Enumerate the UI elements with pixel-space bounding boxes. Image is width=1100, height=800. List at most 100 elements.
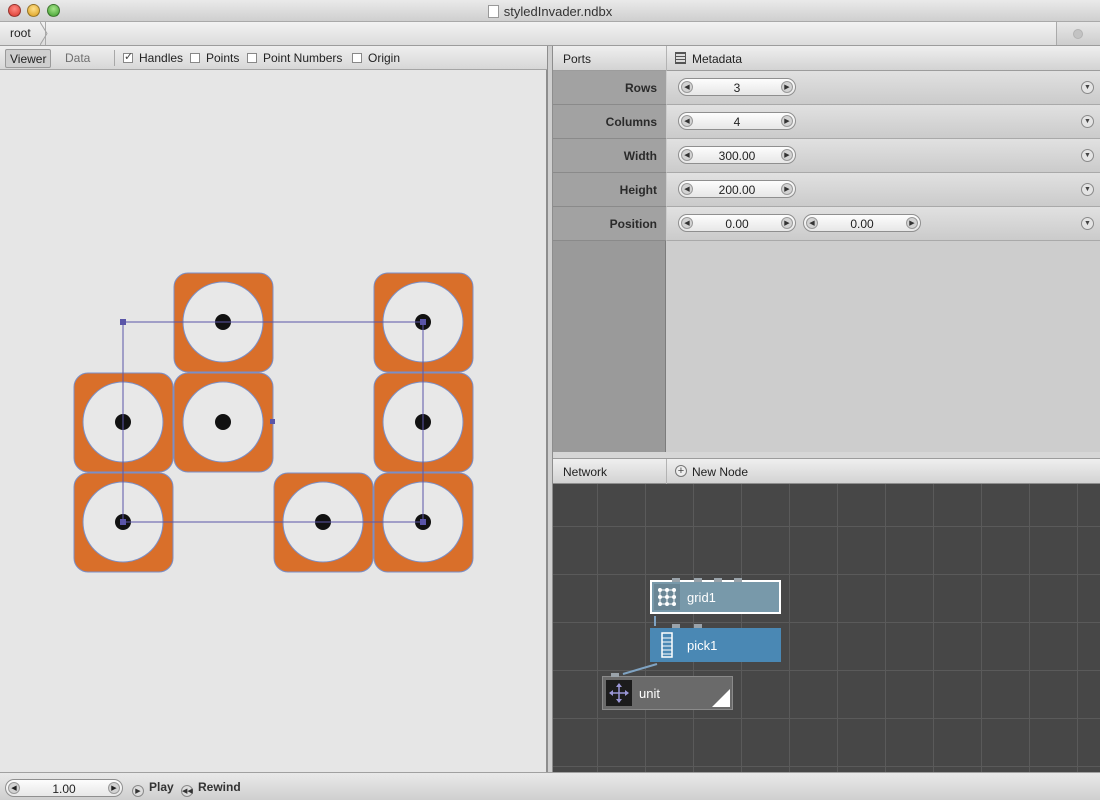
viewer-panel: Viewer Data Handles Points Point Numbers…	[0, 46, 547, 772]
increment-arrow-icon[interactable]: ▶	[108, 782, 120, 794]
window-title-container: styledInvader.ndbx	[0, 4, 1100, 19]
breadcrumb-root[interactable]: root	[0, 22, 46, 45]
decrement-arrow-icon[interactable]: ◀	[681, 149, 693, 161]
decrement-arrow-icon[interactable]: ◀	[681, 81, 693, 93]
move-icon	[606, 680, 632, 706]
frame-value[interactable]: 1.00	[24, 782, 104, 796]
width-value[interactable]: 300.00	[697, 149, 777, 163]
grid-icon	[654, 584, 680, 610]
columns-stepper[interactable]: ◀ 4 ▶	[678, 112, 796, 130]
new-node-button[interactable]: New Node	[692, 465, 748, 479]
port-label: Columns	[605, 115, 657, 129]
ports-list: Rows ◀ 3 ▶ ▼ Columns ◀ 4 ▶ ▼ Width ◀ 300…	[553, 71, 1100, 452]
position-y-value[interactable]: 0.00	[822, 217, 902, 231]
document-icon	[487, 5, 499, 18]
node-input-port[interactable]	[734, 578, 742, 582]
port-menu-chevron-icon[interactable]: ▼	[1081, 183, 1094, 196]
increment-arrow-icon[interactable]: ▶	[781, 183, 793, 195]
position-x-value[interactable]: 0.00	[697, 217, 777, 231]
node-pick1[interactable]: pick1	[650, 624, 781, 662]
width-stepper[interactable]: ◀ 300.00 ▶	[678, 146, 796, 164]
toolbar-divider	[114, 50, 115, 66]
corner-handle[interactable]	[120, 519, 126, 525]
header-divider	[666, 46, 667, 71]
increment-arrow-icon[interactable]: ▶	[781, 217, 793, 229]
ports-title: Ports	[563, 52, 592, 66]
frame-stepper[interactable]: ◀ 1.00 ▶	[5, 779, 123, 797]
window-title: styledInvader.ndbx	[503, 4, 613, 19]
rewind-button[interactable]: ◀◀ Rewind	[181, 779, 241, 797]
corner-handle[interactable]	[420, 319, 426, 325]
title-bar: styledInvader.ndbx	[0, 0, 1100, 22]
play-button[interactable]: ▶ Play	[132, 779, 174, 797]
checkbox-icon	[190, 53, 200, 63]
status-dot-icon	[1073, 29, 1083, 39]
metadata-button[interactable]: Metadata	[692, 52, 742, 66]
node-input-port[interactable]	[672, 624, 680, 628]
checkbox-checked-icon	[123, 50, 133, 64]
connection-wires	[622, 616, 658, 675]
port-menu-chevron-icon[interactable]: ▼	[1081, 149, 1094, 162]
columns-value[interactable]: 4	[697, 115, 777, 129]
increment-arrow-icon[interactable]: ▶	[781, 81, 793, 93]
points-label: Points	[206, 51, 240, 65]
decrement-arrow-icon[interactable]: ◀	[806, 217, 818, 229]
port-row-position: Position ◀ 0.00 ▶ ◀ 0.00 ▶ ▼	[553, 207, 1100, 241]
point-numbers-checkbox[interactable]: Point Numbers	[247, 51, 342, 65]
node-name: unit	[639, 686, 660, 701]
decrement-arrow-icon[interactable]: ◀	[681, 183, 693, 195]
node-input-port[interactable]	[611, 673, 619, 677]
corner-handle[interactable]	[120, 319, 126, 325]
origin-label: Origin	[368, 51, 401, 65]
metadata-icon	[675, 52, 686, 64]
handles-checkbox[interactable]: Handles	[123, 50, 183, 65]
node-name: grid1	[687, 590, 716, 605]
network-header: Network + New Node	[553, 458, 1100, 484]
increment-arrow-icon[interactable]: ▶	[781, 149, 793, 161]
center-handle[interactable]	[270, 419, 275, 424]
decrement-arrow-icon[interactable]: ◀	[8, 782, 20, 794]
node-input-port[interactable]	[714, 578, 722, 582]
points-checkbox[interactable]: Points	[190, 51, 239, 65]
breadcrumb: root	[0, 22, 1100, 46]
tab-viewer[interactable]: Viewer	[5, 49, 52, 68]
height-stepper[interactable]: ◀ 200.00 ▶	[678, 180, 796, 198]
checkbox-icon	[247, 53, 257, 63]
rows-stepper[interactable]: ◀ 3 ▶	[678, 78, 796, 96]
rows-value[interactable]: 3	[697, 81, 777, 95]
network-canvas[interactable]: grid1 pick1 unit	[553, 484, 1100, 772]
increment-arrow-icon[interactable]: ▶	[906, 217, 918, 229]
ports-header: Ports Metadata	[553, 46, 1100, 71]
network-title: Network	[563, 465, 608, 479]
play-label: Play	[149, 780, 174, 794]
port-label: Height	[619, 183, 657, 197]
port-row-height: Height ◀ 200.00 ▶ ▼	[553, 173, 1100, 207]
node-input-port[interactable]	[694, 624, 702, 628]
node-input-port[interactable]	[672, 578, 680, 582]
position-y-stepper[interactable]: ◀ 0.00 ▶	[803, 214, 921, 232]
breadcrumb-action-area[interactable]	[1056, 22, 1100, 45]
corner-handle[interactable]	[420, 519, 426, 525]
tab-data[interactable]: Data	[61, 49, 94, 68]
node-unit[interactable]: unit	[602, 673, 733, 710]
port-label: Width	[623, 149, 657, 163]
port-row-rows: Rows ◀ 3 ▶ ▼	[553, 71, 1100, 105]
port-menu-chevron-icon[interactable]: ▼	[1081, 81, 1094, 94]
position-x-stepper[interactable]: ◀ 0.00 ▶	[678, 214, 796, 232]
increment-arrow-icon[interactable]: ▶	[781, 115, 793, 127]
decrement-arrow-icon[interactable]: ◀	[681, 217, 693, 229]
height-value[interactable]: 200.00	[697, 183, 777, 197]
plus-icon[interactable]: +	[675, 465, 687, 477]
breadcrumb-separator-icon	[40, 22, 48, 45]
pick-icon	[661, 632, 673, 658]
node-name: pick1	[687, 638, 718, 653]
decrement-arrow-icon[interactable]: ◀	[681, 115, 693, 127]
port-menu-chevron-icon[interactable]: ▼	[1081, 217, 1094, 230]
origin-checkbox[interactable]: Origin	[352, 51, 400, 65]
rewind-label: Rewind	[198, 780, 241, 794]
port-menu-chevron-icon[interactable]: ▼	[1081, 115, 1094, 128]
tile	[173, 372, 274, 473]
node-input-port[interactable]	[694, 578, 702, 582]
viewer-canvas[interactable]	[0, 71, 547, 772]
node-grid1[interactable]: grid1	[650, 578, 781, 614]
